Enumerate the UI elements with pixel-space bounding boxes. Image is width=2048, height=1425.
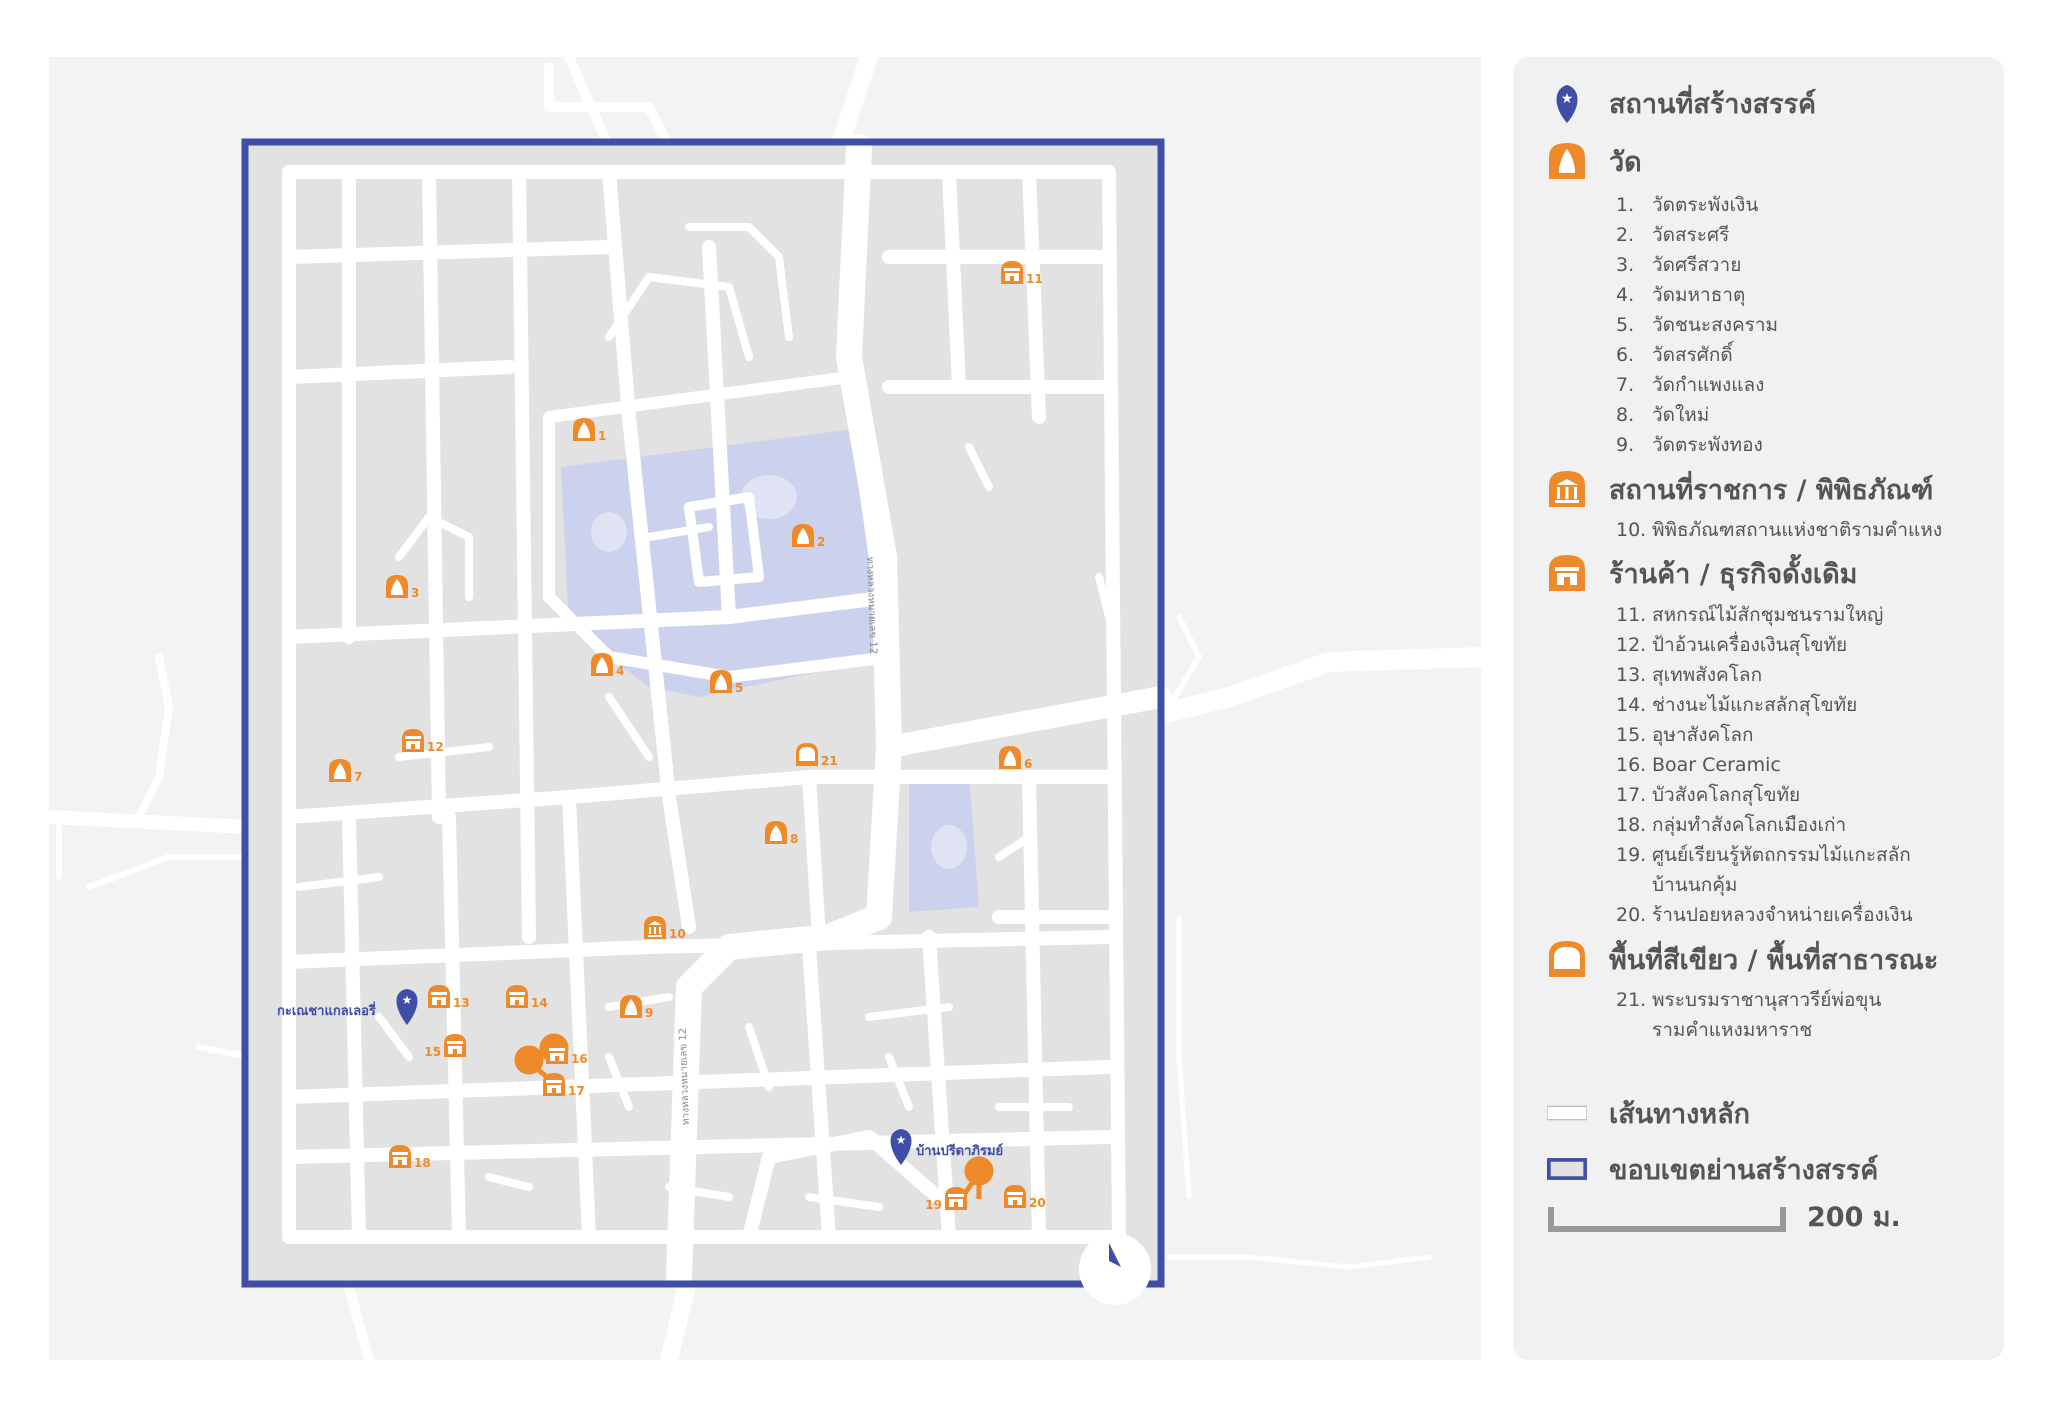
marker-number-label: 4	[616, 664, 624, 678]
shop-item: 12. ป้าอ้วนเครื่องเงินสุโขทัย	[1616, 634, 1848, 656]
legend-boundary: ขอบเขตย่านสร้างสรรค์	[1547, 1147, 1878, 1191]
temple-item: 7. วัดกำแพงแลง	[1616, 374, 1765, 396]
legend-creative-place: ★ สถานที่สร้างสรรค์	[1547, 81, 1816, 125]
marker-number-label: 1	[598, 429, 606, 443]
temple-item: 5. วัดชนะสงคราม	[1616, 314, 1779, 336]
legend-green: พื้นที่สีเขียว / พื้นที่สาธารณะ	[1547, 937, 1938, 981]
legend-main-road: เส้นทางหลัก	[1547, 1091, 1750, 1135]
shop-item: 11. สหกรณ์ไม้สักชุมชนรามใหญ่	[1616, 604, 1884, 626]
star-icon: ★	[896, 1133, 907, 1147]
temple-icon	[1547, 139, 1587, 183]
shop-item: 16. Boar Ceramic	[1616, 754, 1781, 776]
shop-list: 11. สหกรณ์ไม้สักชุมชนรามใหญ่ 12. ป้าอ้วนเค…	[1616, 600, 1913, 930]
marker-number-label: 8	[790, 832, 798, 846]
star-pin-icon: ★	[1547, 81, 1587, 125]
scale-bar-icon	[1548, 1206, 1786, 1232]
shop-item: 18. กลุ่มทำสังคโลกเมืองเก่า	[1616, 814, 1847, 836]
boundary-box-icon	[1547, 1147, 1587, 1191]
temple-item: 6. วัดสรศักดิ์	[1616, 344, 1733, 366]
green-list: 21. พระบรมราชานุสาวรีย์พ่อขุน รามคำแหงมหา…	[1616, 985, 1881, 1045]
legend-temple: วัด	[1547, 139, 1642, 183]
scale-bar: 200 ม.	[1547, 1195, 1901, 1238]
marker-number-label: 6	[1024, 757, 1032, 771]
legend-green-label: พื้นที่สีเขียว / พื้นที่สาธารณะ	[1609, 944, 1939, 976]
legend-shop-label: ร้านค้า / ธุรกิจดั้งเดิม	[1609, 558, 1858, 590]
svg-text:★: ★	[1561, 91, 1574, 107]
shop-icon	[1547, 551, 1587, 595]
public-space-icon	[1547, 937, 1587, 981]
marker-number-label: 10	[669, 927, 686, 941]
marker-number-label: 18	[414, 1156, 431, 1170]
marker-number-label: 17	[568, 1084, 585, 1098]
marker-number-label: 15	[424, 1045, 441, 1059]
temple-item: 2. วัดสระศรี	[1616, 224, 1730, 246]
legend-creative-place-label: สถานที่สร้างสรรค์	[1609, 88, 1817, 120]
temple-item: 3. วัดศรีสวาย	[1616, 254, 1742, 276]
legend-main-road-label: เส้นทางหลัก	[1609, 1098, 1750, 1130]
marker-number-label: 5	[735, 681, 743, 695]
marker-number-label: 14	[531, 996, 548, 1010]
legend-shop: ร้านค้า / ธุรกิจดั้งเดิม	[1547, 551, 1857, 595]
marker-number-label: 12	[427, 740, 444, 754]
north-arrow-icon	[1079, 1233, 1151, 1305]
legend-government: สถานที่ราชการ / พิพิธภัณฑ์	[1547, 467, 1933, 511]
marker-number-label: 7	[354, 770, 362, 784]
map-canvas[interactable]: ทางหลวงหมายเลข 12 ทางหลวงหมายเลข 12 1234…	[49, 57, 1481, 1360]
government-list: 10. พิพิธภัณฑสถานแห่งชาติรามคำแหง	[1616, 515, 1942, 545]
museum-icon	[1547, 467, 1587, 511]
green-item: 21. พระบรมราชานุสาวรีย์พ่อขุน รามคำแหงมหา…	[1616, 989, 1882, 1041]
shop-item: 13. สุเทพสังคโลก	[1616, 664, 1763, 686]
shop-item: 20. ร้านปอยหลวงจำหน่ายเครื่องเงิน	[1616, 904, 1913, 926]
legend-government-label: สถานที่ราชการ / พิพิธภัณฑ์	[1609, 474, 1934, 506]
place-label-ganesha: กะเณชาแกลเลอรี่	[277, 1001, 376, 1019]
marker-number-label: 13	[453, 996, 470, 1010]
shop-item: 19. ศูนย์เรียนรู้หัตถกรรมไม้แกะสลัก บ้านน…	[1616, 844, 1911, 896]
shop-item: 15. อุษาสังคโลก	[1616, 724, 1754, 746]
marker-number-label: 20	[1029, 1196, 1046, 1210]
temple-item: 1. วัดตระพังเงิน	[1616, 194, 1759, 216]
map-area[interactable]: ทางหลวงหมายเลข 12 ทางหลวงหมายเลข 12 1234…	[49, 57, 1481, 1360]
temple-item: 9. วัดตระพังทอง	[1616, 434, 1763, 456]
place-label-preeda: บ้านปรีดาภิรมย์	[916, 1143, 1003, 1159]
temple-item: 4. วัดมหาธาตุ	[1616, 284, 1746, 306]
legend-boundary-label: ขอบเขตย่านสร้างสรรค์	[1609, 1154, 1879, 1186]
marker-number-label: 9	[645, 1006, 653, 1020]
legend-temple-label: วัด	[1609, 146, 1642, 178]
main-road-line-icon	[1547, 1091, 1587, 1135]
star-icon: ★	[402, 993, 413, 1007]
legend-panel: ★ สถานที่สร้างสรรค์ วัด 1. วัดตระพังเงิน …	[1513, 57, 2004, 1360]
government-item: 10. พิพิธภัณฑสถานแห่งชาติรามคำแหง	[1616, 519, 1943, 541]
marker-number-label: 16	[571, 1052, 588, 1066]
shop-item: 14. ช่างนะไม้แกะสลักสุโขทัย	[1616, 694, 1858, 716]
marker-number-label: 2	[817, 535, 825, 549]
marker-number-label: 11	[1026, 272, 1043, 286]
temple-list: 1. วัดตระพังเงิน 2. วัดสระศรี 3. วัดศรีสวาย…	[1616, 190, 1778, 460]
marker-number-label: 19	[925, 1198, 942, 1212]
marker-number-label: 3	[411, 586, 419, 600]
temple-item: 8. วัดใหม่	[1616, 404, 1710, 426]
shop-item: 17. บัวสังคโลกสุโขทัย	[1616, 784, 1801, 806]
marker-number-label: 21	[821, 754, 838, 768]
scale-bar-label: 200 ม.	[1807, 1202, 1901, 1233]
